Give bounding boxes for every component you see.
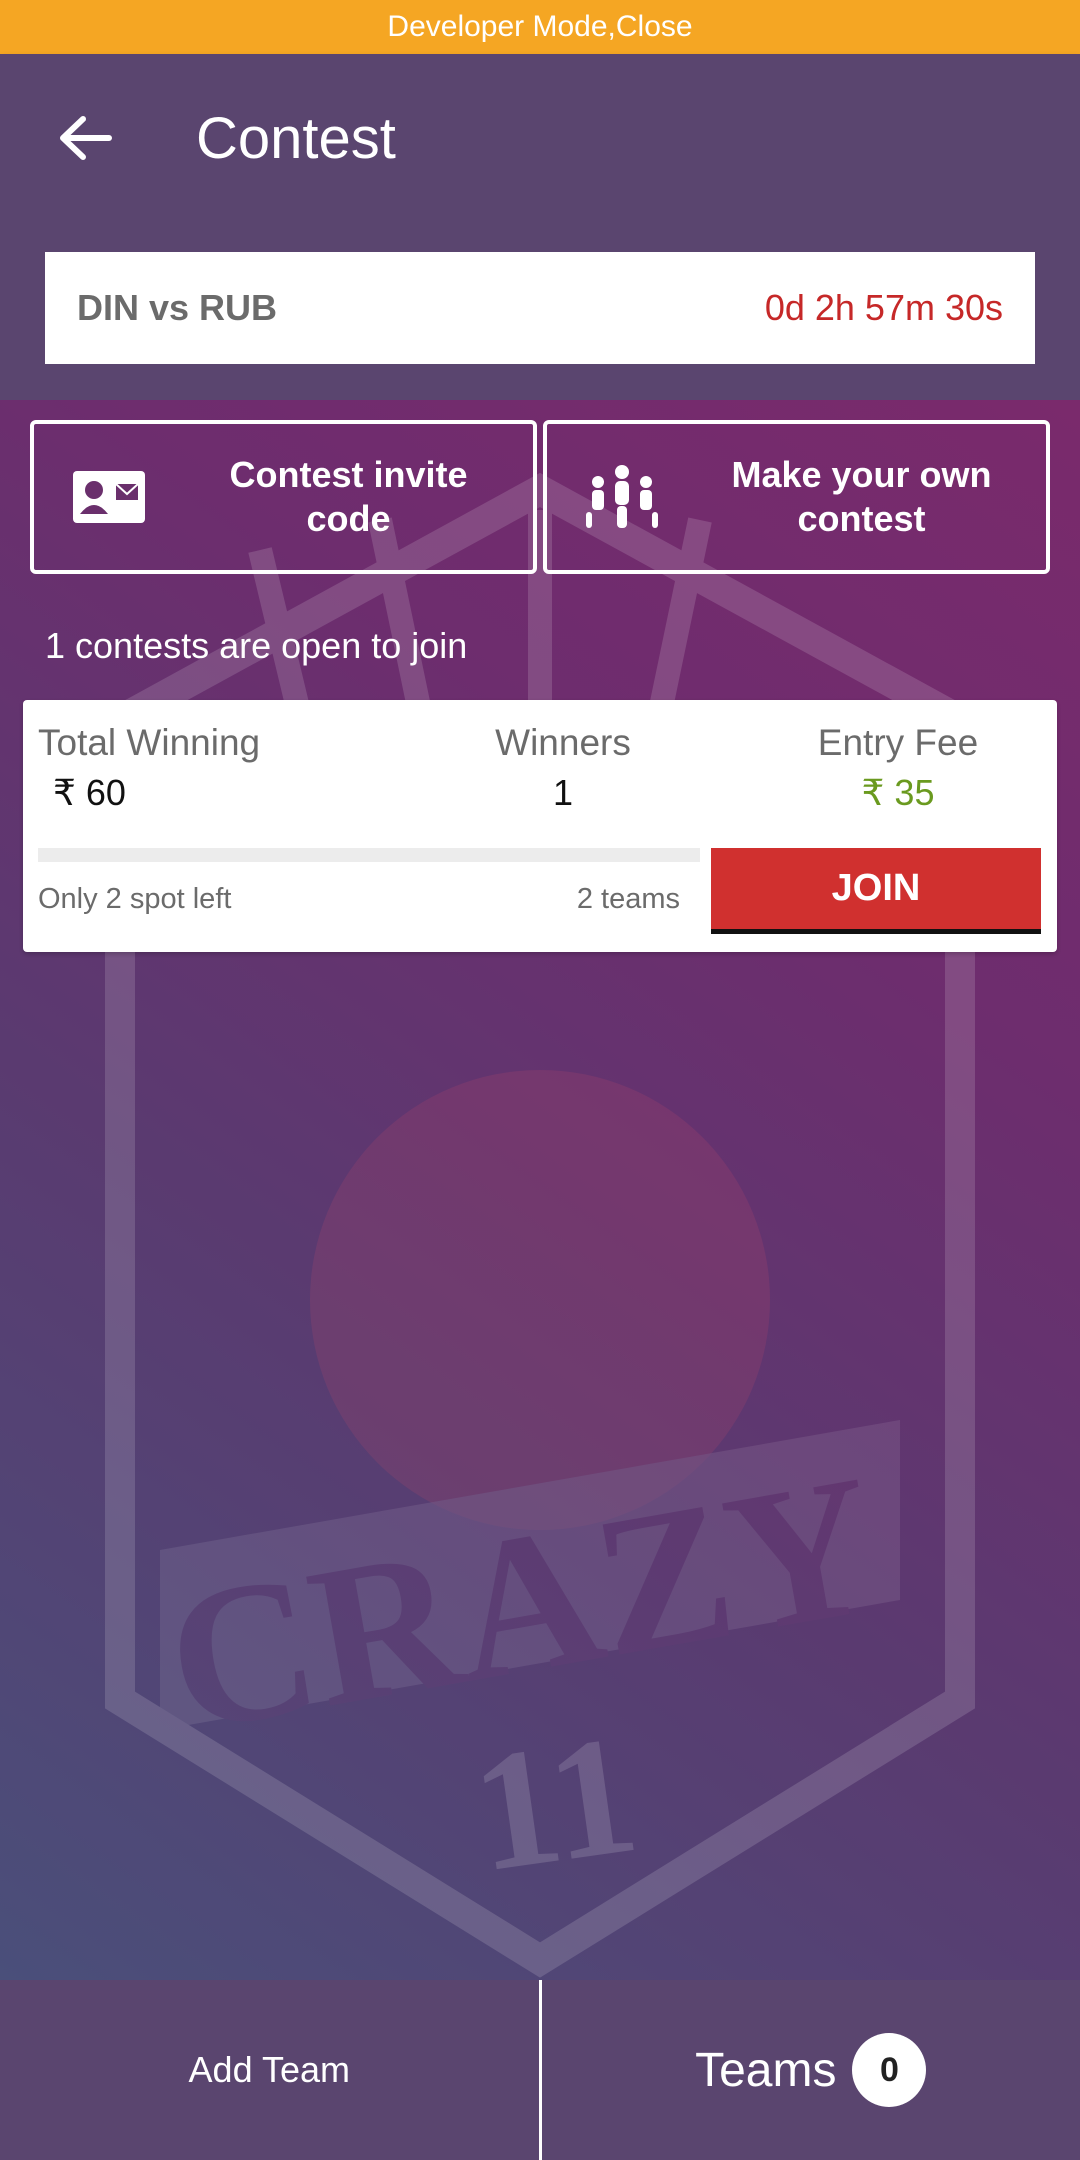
teams-count-badge: 0 (852, 2033, 927, 2107)
contest-invite-code-button[interactable]: Contest invite code (30, 420, 537, 574)
contest-invite-code-label: Contest invite code (229, 454, 468, 539)
action-row: Contest invite code Make your own contes… (30, 420, 1050, 574)
add-team-label: Add Team (188, 2049, 350, 2090)
back-button[interactable] (40, 93, 130, 183)
add-team-button[interactable]: Add Team (0, 1980, 539, 2160)
spots-left-text: Only 2 spot left (38, 883, 232, 915)
match-countdown: 0d 2h 57m 30s (764, 287, 1003, 328)
join-button[interactable]: JOIN (711, 848, 1041, 934)
app-bar: Contest (0, 54, 1080, 222)
match-header: DIN vs RUB 0d 2h 57m 30s (0, 222, 1080, 402)
contest-card[interactable]: Total Winning ₹ 60 Winners 1 Entry Fee ₹… (23, 700, 1057, 952)
developer-mode-text[interactable]: Developer Mode,Close (387, 10, 692, 44)
match-teams: DIN vs RUB (77, 287, 278, 328)
total-winning-value: ₹ 60 (53, 772, 126, 813)
developer-mode-bar[interactable]: Developer Mode,Close (0, 0, 1080, 54)
winners-value: 1 (552, 772, 574, 813)
contact-card-icon (34, 470, 184, 524)
teams-label: Teams (695, 2043, 837, 2097)
bottom-bar: Add Team Teams 0 (0, 1980, 1080, 2160)
total-winning-label: Total Winning (38, 722, 261, 763)
entry-fee-value: ₹ 35 (861, 772, 935, 813)
spots-progress-bar (38, 848, 700, 862)
group-people-icon (547, 464, 697, 530)
open-contests-count: 1 contests are open to join (45, 625, 468, 666)
page-title: Contest (196, 105, 396, 171)
entry-fee-label: Entry Fee (817, 722, 979, 763)
teams-button[interactable]: Teams 0 (542, 1980, 1080, 2160)
make-own-contest-button[interactable]: Make your own contest (543, 420, 1050, 574)
make-own-contest-label: Make your own contest (731, 454, 992, 539)
match-card: DIN vs RUB 0d 2h 57m 30s (45, 252, 1035, 364)
contest-teams-text: 2 teams (576, 883, 680, 915)
winners-label: Winners (495, 722, 631, 763)
watermark-brand-number: 11 (462, 1699, 647, 1908)
arrow-left-icon (60, 116, 112, 160)
